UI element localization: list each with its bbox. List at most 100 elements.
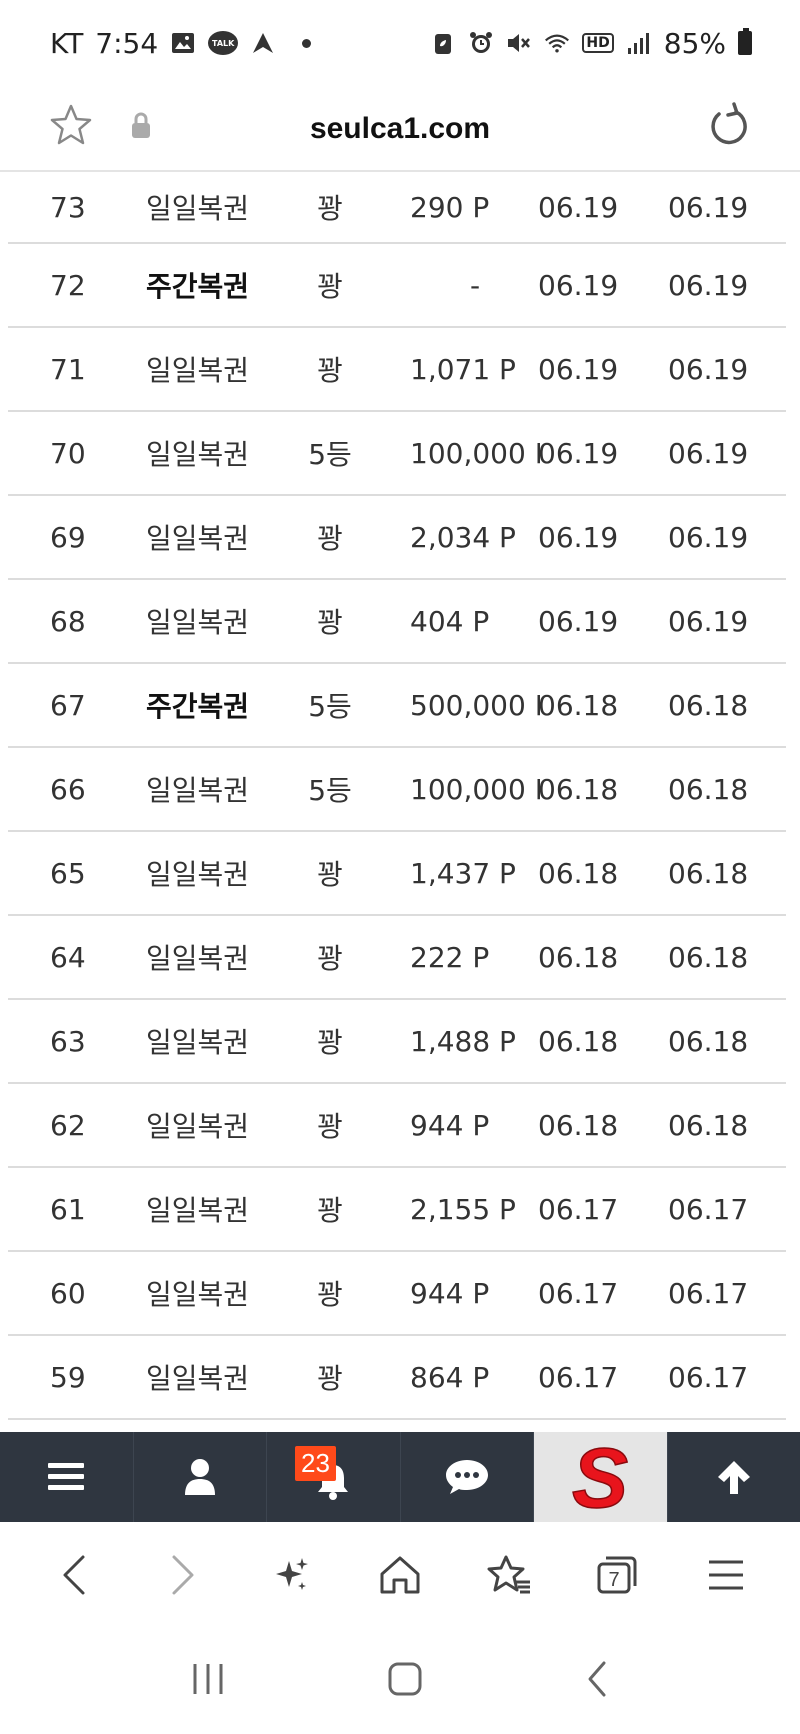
chat-button[interactable] [401,1432,534,1522]
draw-date: 06.17 [538,1276,619,1310]
prize-amount: 222 P [410,940,490,974]
prize-amount: 1,071 P [410,352,516,386]
table-row[interactable]: 72 주간복권 꽝 - 06.19 06.19 [8,244,786,328]
table-row[interactable]: 65 일일복권 꽝 1,437 P 06.18 06.18 [8,832,786,916]
home-button[interactable] [360,1535,440,1615]
lottery-type: 일일복권 [146,354,250,387]
notification-count-badge: 23 [295,1446,336,1481]
site-logo-s-icon: S [571,1439,629,1515]
arrow-up-icon [717,1461,750,1494]
issue-date: 06.19 [668,268,749,302]
issue-date: 06.18 [668,940,749,974]
status-left: KT 7:54 TALK [50,26,312,60]
lottery-type: 일일복권 [146,1110,250,1143]
row-number: 69 [50,520,86,554]
ai-assistant-button[interactable] [251,1535,331,1615]
svg-text:S: S [572,1439,628,1515]
lottery-type: 일일복권 [146,858,250,891]
row-number: 62 [50,1108,86,1142]
forward-button[interactable] [143,1535,223,1615]
menu-button[interactable] [0,1432,134,1522]
prize-amount: 100,000 P [410,436,540,470]
draw-date: 06.18 [538,772,619,806]
url-address[interactable]: seulca1.com [0,86,800,172]
prize-amount: 864 P [410,1360,490,1394]
issue-date: 06.19 [668,520,749,554]
table-row[interactable]: 70 일일복권 5등 100,000 P 06.19 06.19 [8,412,786,496]
row-number: 68 [50,604,86,638]
issue-date: 06.18 [668,856,749,890]
reload-icon[interactable] [706,100,752,156]
draw-date: 06.18 [538,1108,619,1142]
prize-rank: 꽝 [317,1026,343,1059]
table-row[interactable]: 62 일일복권 꽝 944 P 06.18 06.18 [8,1084,786,1168]
draw-date: 06.19 [538,352,619,386]
gallery-icon [170,30,196,56]
prize-rank: 꽝 [317,942,343,975]
lottery-type: 일일복권 [146,1278,250,1311]
row-number: 59 [50,1360,86,1394]
user-button[interactable] [134,1432,267,1522]
scroll-top-button[interactable] [668,1432,800,1522]
row-number: 64 [50,940,86,974]
issue-date: 06.19 [668,190,749,224]
draw-date: 06.17 [538,1192,619,1226]
table-row[interactable]: 68 일일복권 꽝 404 P 06.19 06.19 [8,580,786,664]
site-logo-button[interactable]: S [534,1432,668,1522]
browser-toolbar: 7 [0,1522,800,1628]
lottery-type: 주간복권 [146,690,250,723]
row-number: 67 [50,688,86,722]
prize-rank: 꽝 [317,1362,343,1395]
prize-rank: 꽝 [317,1278,343,1311]
prize-amount: 2,034 P [410,520,516,554]
issue-date: 06.18 [668,772,749,806]
table-row[interactable]: 73 일일복권 꽝 290 P 06.19 06.19 [8,172,786,244]
prize-amount: 404 P [410,604,490,638]
table-row[interactable]: 60 일일복권 꽝 944 P 06.17 06.17 [8,1252,786,1336]
prize-rank: 5등 [308,438,352,471]
chevron-left-icon [63,1555,85,1595]
prize-rank: 꽝 [317,270,343,303]
table-row[interactable]: 67 주간복권 5등 500,000 P 06.18 06.18 [8,664,786,748]
prize-amount: 1,437 P [410,856,516,890]
issue-date: 06.18 [668,688,749,722]
draw-date: 06.18 [538,940,619,974]
issue-date: 06.18 [668,1024,749,1058]
bookmarks-button[interactable] [469,1535,549,1615]
row-number: 72 [50,268,86,302]
table-row[interactable]: 61 일일복권 꽝 2,155 P 06.17 06.17 [8,1168,786,1252]
draw-date: 06.17 [538,1360,619,1394]
lottery-type: 일일복권 [146,1194,250,1227]
bookmarks-star-list-icon [487,1555,530,1594]
issue-date: 06.17 [668,1276,749,1310]
lottery-type: 일일복권 [146,774,250,807]
prize-rank: 5등 [308,774,352,807]
prize-rank: 꽝 [317,354,343,387]
table-row[interactable]: 66 일일복권 5등 100,000 P 06.18 06.18 [8,748,786,832]
prize-rank: 5등 [308,690,352,723]
table-row[interactable]: 63 일일복권 꽝 1,488 P 06.18 06.18 [8,1000,786,1084]
table-row[interactable]: 69 일일복권 꽝 2,034 P 06.19 06.19 [8,496,786,580]
back-button[interactable] [34,1535,114,1615]
lottery-type: 주간복권 [146,270,250,303]
table-row[interactable]: 59 일일복권 꽝 864 P 06.17 06.17 [8,1336,786,1420]
table-row[interactable]: 71 일일복권 꽝 1,071 P 06.19 06.19 [8,328,786,412]
table-row[interactable]: 64 일일복권 꽝 222 P 06.18 06.18 [8,916,786,1000]
home-square-icon [388,1662,422,1696]
tabs-button[interactable]: 7 [577,1535,657,1615]
lottery-type: 일일복권 [146,942,250,975]
browser-menu-button[interactable] [686,1535,766,1615]
row-number: 63 [50,1024,86,1058]
sparkles-icon [276,1558,309,1590]
carrier-label: KT [50,26,84,60]
notifications-button[interactable]: 23 [267,1432,401,1522]
back-system-button[interactable] [584,1659,610,1703]
prize-amount: 2,155 P [410,1192,516,1226]
status-right: HD 85% [430,27,752,60]
battery-icon [738,28,752,55]
home-system-button[interactable] [387,1661,423,1701]
draw-date: 06.18 [538,856,619,890]
site-bottom-nav: 23 S [0,1432,800,1522]
recent-apps-button[interactable] [190,1662,226,1700]
alarm-icon [468,30,494,56]
